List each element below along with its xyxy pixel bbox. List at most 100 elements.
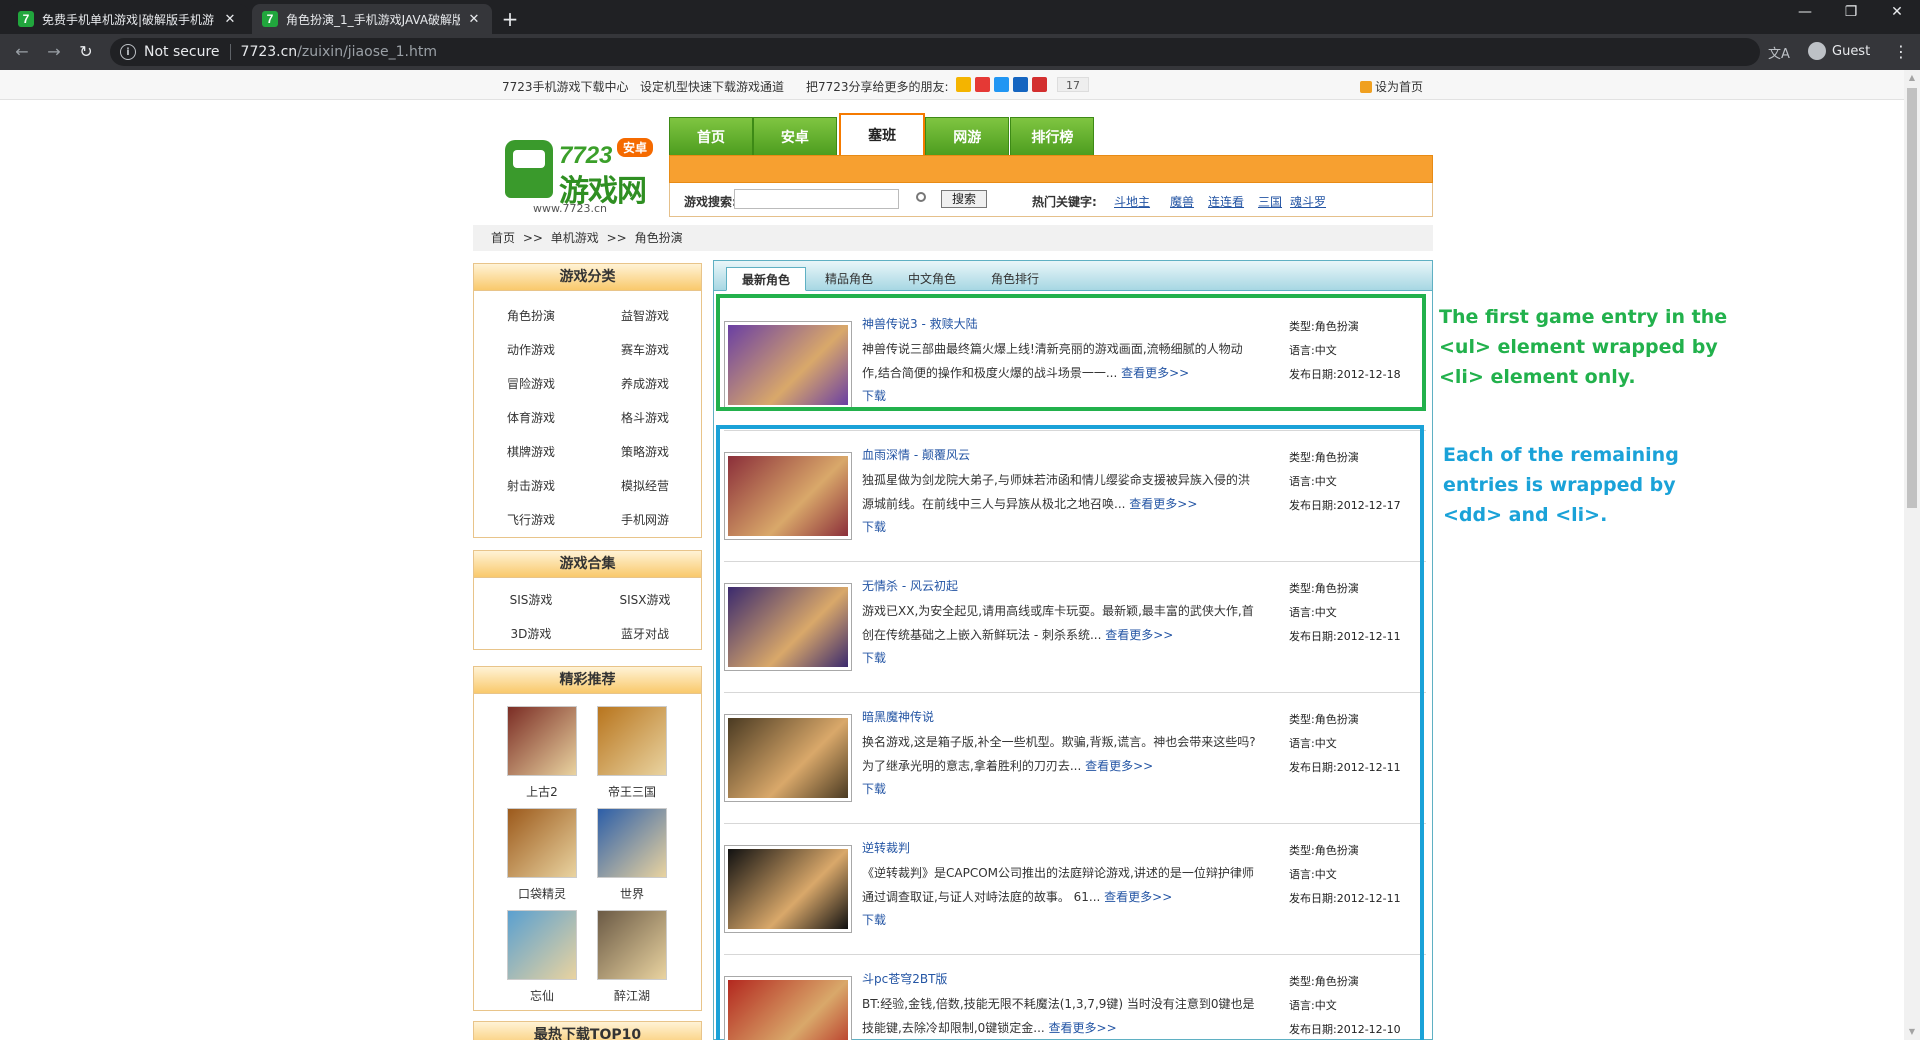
game-name-link[interactable]: 上古2	[497, 783, 587, 800]
game-name-link[interactable]: 口袋精灵	[497, 885, 587, 902]
logo-url: www.7723.cn	[533, 202, 607, 215]
nav-tab[interactable]: 安卓	[752, 117, 837, 155]
breadcrumb-single-games[interactable]: 单机游戏	[551, 231, 599, 245]
restore-button[interactable]: ❐	[1836, 4, 1866, 20]
share-label: 把7723分享给更多的朋友:	[806, 80, 949, 94]
game-thumbnail[interactable]	[507, 808, 577, 878]
collection-link[interactable]: SIS游戏	[474, 591, 588, 608]
first-entry-highlight	[716, 294, 1426, 411]
keyword-link[interactable]: 魔兽	[1170, 193, 1194, 210]
tqq-icon[interactable]	[1032, 77, 1047, 92]
search-row: 游戏搜索: 搜索 热门关键字: 斗地主 魔兽 连连看 三国 魂斗罗	[669, 183, 1433, 217]
weibo-icon[interactable]	[975, 77, 990, 92]
game-name-link[interactable]: 忘仙	[497, 987, 587, 1004]
back-arrow-icon[interactable]: ←	[12, 42, 32, 61]
search-icon[interactable]	[916, 192, 926, 202]
pengyou-icon[interactable]	[994, 77, 1009, 92]
profile-label: Guest	[1832, 43, 1871, 59]
tab-title: 免费手机单机游戏|破解版手机游	[42, 12, 215, 27]
keyword-link[interactable]: 连连看	[1208, 193, 1244, 210]
url-host: 7723.cn	[240, 44, 298, 60]
game-name-link[interactable]: 世界	[587, 885, 677, 902]
category-link[interactable]: 格斗游戏	[588, 409, 702, 426]
home-icon	[1360, 80, 1372, 93]
page-viewport: 7723手机游戏下载中心 设定机型快速下载游戏通道 把7723分享给更多的朋友:…	[0, 70, 1904, 1040]
download-center-link[interactable]: 7723手机游戏下载中心	[502, 78, 629, 95]
category-link[interactable]: 益智游戏	[588, 307, 702, 324]
omnibox-separator	[229, 44, 231, 60]
list-tab[interactable]: 中文角色	[892, 267, 972, 291]
list-tab[interactable]: 最新角色	[726, 267, 806, 291]
share-icons: 17	[956, 77, 1089, 92]
reload-icon[interactable]: ↻	[76, 42, 96, 61]
minimize-button[interactable]: —	[1790, 4, 1820, 20]
category-link[interactable]: 赛车游戏	[588, 341, 702, 358]
category-link[interactable]: 手机网游	[588, 511, 702, 528]
category-link[interactable]: 模拟经营	[588, 477, 702, 494]
top10-title: 最热下载TOP10	[474, 1022, 701, 1040]
category-link[interactable]: 棋牌游戏	[474, 443, 588, 460]
renren-icon[interactable]	[1013, 77, 1028, 92]
category-link[interactable]: 动作游戏	[474, 341, 588, 358]
category-link[interactable]: 飞行游戏	[474, 511, 588, 528]
close-window-button[interactable]: ✕	[1882, 4, 1912, 20]
scrollbar-thumb[interactable]	[1907, 88, 1917, 508]
new-tab-button[interactable]: +	[500, 7, 520, 31]
category-link[interactable]: 策略游戏	[588, 443, 702, 460]
security-label: Not secure	[144, 44, 220, 60]
forward-arrow-icon[interactable]: →	[44, 42, 64, 61]
nav-tab[interactable]: 首页	[669, 117, 753, 155]
info-icon[interactable]: i	[120, 44, 136, 60]
collection-link[interactable]: 3D游戏	[474, 625, 588, 642]
nav-tab[interactable]: 塞班	[839, 113, 926, 155]
nav-bar	[669, 155, 1433, 183]
nav-tab[interactable]: 排行榜	[1010, 117, 1095, 155]
game-thumbnail[interactable]	[597, 910, 667, 980]
collection-link[interactable]: 蓝牙对战	[588, 625, 702, 642]
set-homepage-label: 设为首页	[1375, 80, 1424, 94]
game-name-link[interactable]: 帝王三国	[587, 783, 677, 800]
close-tab-icon[interactable]: ✕	[466, 12, 482, 27]
category-link[interactable]: 养成游戏	[588, 375, 702, 392]
remaining-entries-highlight	[716, 425, 1424, 1040]
game-name-link[interactable]: 醉江湖	[587, 987, 677, 1004]
category-link[interactable]: 冒险游戏	[474, 375, 588, 392]
set-homepage-link[interactable]: 设为首页	[1360, 78, 1423, 95]
list-tab[interactable]: 精品角色	[809, 267, 889, 291]
translate-icon[interactable]: 文A	[1768, 43, 1790, 62]
list-tab[interactable]: 角色排行	[975, 267, 1055, 291]
scroll-up-icon[interactable]: ▲	[1904, 70, 1920, 86]
browser-tab-1[interactable]: 7 免费手机单机游戏|破解版手机游 ✕	[8, 4, 248, 34]
game-thumbnail[interactable]	[507, 706, 577, 776]
site-logo[interactable]: 7723 安卓 游戏网 www.7723.cn	[505, 126, 655, 218]
keyword-link[interactable]: 斗地主	[1114, 193, 1150, 210]
search-button[interactable]: 搜索	[941, 190, 987, 208]
close-tab-icon[interactable]: ✕	[222, 12, 238, 27]
keyword-link[interactable]: 三国	[1258, 193, 1282, 210]
browser-tab-2[interactable]: 7 角色扮演_1_手机游戏JAVA破解版 ✕	[252, 4, 492, 34]
category-link[interactable]: 体育游戏	[474, 409, 588, 426]
game-thumbnail[interactable]	[597, 706, 667, 776]
scroll-down-icon[interactable]: ▼	[1904, 1024, 1920, 1040]
model-channel-link[interactable]: 设定机型快速下载游戏通道	[640, 78, 784, 95]
category-box: 游戏分类 角色扮演 益智游戏 动作游戏 赛车游戏 冒险游戏 养成游戏 体育游戏 格斗游戏 棋牌游…	[473, 263, 702, 538]
vertical-scrollbar[interactable]: ▲ ▼	[1904, 70, 1920, 1040]
nav-tab[interactable]: 网游	[925, 117, 1010, 155]
profile-button[interactable]: Guest	[1808, 42, 1870, 60]
category-link[interactable]: 角色扮演	[474, 307, 588, 324]
collection-link[interactable]: SISX游戏	[588, 591, 702, 608]
more-menu-icon[interactable]: ⋮	[1893, 42, 1909, 61]
hot-keywords-label: 热门关键字:	[1032, 195, 1097, 209]
android-robot-icon	[505, 140, 553, 198]
game-thumbnail[interactable]	[597, 808, 667, 878]
omnibox[interactable]: i Not secure 7723.cn/zuixin/jiaose_1.htm	[110, 38, 1760, 66]
breadcrumb-current: 角色扮演	[634, 231, 683, 245]
search-input[interactable]	[734, 189, 899, 209]
share-count: 17	[1057, 77, 1089, 92]
qzone-icon[interactable]	[956, 77, 971, 92]
tab-title: 角色扮演_1_手机游戏JAVA破解版	[286, 12, 460, 27]
breadcrumb-home[interactable]: 首页	[491, 231, 515, 245]
game-thumbnail[interactable]	[507, 910, 577, 980]
category-link[interactable]: 射击游戏	[474, 477, 588, 494]
keyword-link[interactable]: 魂斗罗	[1290, 193, 1326, 210]
